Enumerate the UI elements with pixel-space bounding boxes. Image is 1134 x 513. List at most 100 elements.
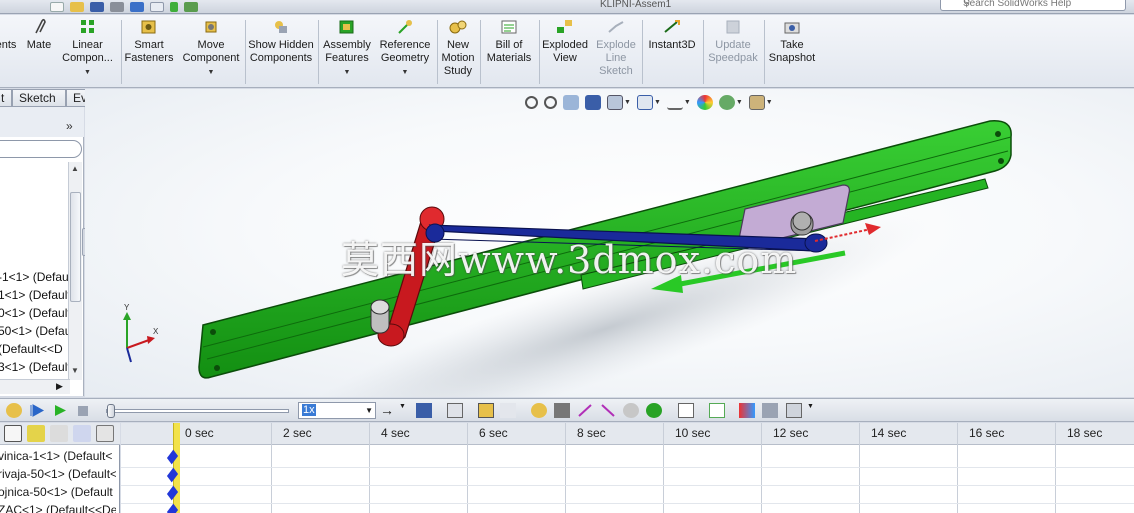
- damper-icon[interactable]: [577, 403, 593, 418]
- take-snapshot-button[interactable]: Take Snapshot: [765, 18, 819, 65]
- contact-icon[interactable]: [623, 403, 639, 418]
- collapse-all-icon[interactable]: [96, 425, 114, 442]
- update-speedpak-button[interactable]: Update Speedpak: [705, 18, 761, 65]
- chevron-down-icon[interactable]: ▼: [60, 66, 115, 79]
- spring-icon[interactable]: [554, 403, 570, 418]
- move-component-button[interactable]: Move Component ▼: [181, 18, 241, 79]
- exploded-view-button[interactable]: Exploded View: [540, 18, 590, 65]
- smart-fasteners-button[interactable]: Smart Fasteners: [123, 18, 175, 65]
- play-from-start-icon[interactable]: [29, 403, 45, 418]
- instant3d-label: Instant3D: [648, 39, 696, 51]
- expand-panel-icon[interactable]: »: [66, 119, 73, 133]
- bom-icon: [501, 20, 517, 34]
- move-component-icon: [205, 21, 217, 33]
- mate-button[interactable]: Mate: [24, 18, 54, 52]
- open-icon[interactable]: [70, 2, 84, 12]
- options-icon[interactable]: [184, 2, 198, 12]
- show-hidden-label: Show Hidden Components: [248, 39, 314, 64]
- motion-tree-row[interactable]: vinica-1<1> (Default<: [0, 449, 116, 463]
- autokey-icon[interactable]: [478, 403, 494, 418]
- scrollbar-thumb[interactable]: [70, 192, 81, 302]
- graphics-viewport[interactable]: ▼ ▼ ▼ ▼ ▼ 莫西网www.3dmox.com Y X: [85, 89, 1134, 397]
- reference-geometry-icon: [398, 20, 412, 34]
- playback-speed-select[interactable]: 1x ▼: [298, 402, 376, 419]
- tab-assembly[interactable]: t: [0, 89, 12, 107]
- chevron-down-icon[interactable]: ▼: [320, 66, 374, 79]
- linear-component-pattern-button[interactable]: Linear Compon... ▼: [60, 18, 115, 79]
- search-icon[interactable]: ⚲: [963, 0, 970, 9]
- scroll-down-icon[interactable]: ▼: [71, 366, 79, 375]
- scroll-right-icon[interactable]: ▶: [56, 381, 63, 392]
- reference-geometry-button[interactable]: Reference Geometry ▼: [377, 18, 433, 79]
- tree-item[interactable]: -1<1> (Defau: [0, 270, 68, 284]
- add-key-icon[interactable]: [500, 403, 516, 418]
- chevron-down-icon[interactable]: ▼: [181, 66, 241, 79]
- bill-of-materials-button[interactable]: Bill of Materials: [482, 18, 536, 65]
- playback-slider[interactable]: [106, 404, 289, 418]
- motor-icon[interactable]: [531, 403, 547, 418]
- pivot-pin-cap: [370, 299, 390, 315]
- collapse-icon[interactable]: [739, 403, 755, 418]
- motion-tree-row[interactable]: ZAC<1> (Default<<De: [0, 503, 116, 513]
- playback-mode-icon[interactable]: →: [380, 403, 396, 418]
- results-plots-icon[interactable]: [678, 403, 694, 418]
- filter-animated-icon[interactable]: [4, 425, 22, 442]
- tab-sketch[interactable]: Sketch: [12, 89, 66, 107]
- mate-label: Mate: [26, 39, 52, 51]
- print-icon[interactable]: [110, 2, 124, 12]
- document-title: KLIPNI-Assem1: [600, 0, 672, 10]
- filter-icon[interactable]: [762, 403, 778, 418]
- timeline-area[interactable]: 0 sec 2 sec 4 sec 6 sec 8 sec 10 sec 12 sec 14 …: [121, 423, 1134, 513]
- tree-item[interactable]: 3<1> (Default: [0, 360, 68, 374]
- animation-wizard-icon[interactable]: [447, 403, 463, 418]
- save-icon[interactable]: [90, 2, 104, 12]
- chevron-down-icon[interactable]: ▼: [377, 66, 433, 79]
- search-input[interactable]: Search SolidWorks Help ⚲: [940, 0, 1126, 11]
- chevron-down-icon[interactable]: ▼: [365, 403, 373, 418]
- tree-item[interactable]: 50<1> (Defau: [0, 324, 68, 338]
- instant3d-icon: [664, 20, 680, 33]
- timeline-gridline: [271, 423, 272, 513]
- new-icon[interactable]: [50, 2, 64, 12]
- timeline-gridline: [369, 423, 370, 513]
- slider-thumb[interactable]: [107, 404, 115, 418]
- show-hidden-components-button[interactable]: Show Hidden Components: [247, 18, 315, 65]
- timeline-tick-label: 8 sec: [577, 426, 606, 440]
- calculate-icon[interactable]: [6, 403, 22, 418]
- select-icon[interactable]: [150, 2, 164, 12]
- explode-line-sketch-button[interactable]: Explode Line Sketch: [593, 18, 639, 78]
- chevron-down-icon[interactable]: ▼: [399, 403, 415, 418]
- undo-icon[interactable]: [130, 2, 144, 12]
- smart-fasteners-icon: [141, 20, 156, 34]
- vertical-scrollbar[interactable]: ▲ ▼: [68, 162, 82, 380]
- motion-tree-row[interactable]: rivaja-50<1> (Default<: [0, 467, 116, 481]
- tree-item[interactable]: 0<1> (Default: [0, 306, 68, 320]
- ribbon-separator: [245, 20, 246, 84]
- assembly-features-button[interactable]: Assembly Features ▼: [320, 18, 374, 79]
- instant3d-button[interactable]: Instant3D: [644, 18, 700, 52]
- ribbon-separator: [642, 20, 643, 84]
- horizontal-scrollbar[interactable]: ▶: [0, 379, 70, 394]
- ribbon-separator: [318, 20, 319, 84]
- force-icon[interactable]: [600, 403, 616, 418]
- reference-geometry-label: Reference Geometry: [379, 39, 431, 64]
- filter-selected-icon[interactable]: [50, 425, 68, 442]
- save-animation-icon[interactable]: [416, 403, 432, 418]
- stop-icon[interactable]: [75, 403, 91, 418]
- ribbon-separator: [703, 20, 704, 84]
- display-options-icon[interactable]: [786, 403, 802, 418]
- insert-components-button[interactable]: ents: [0, 18, 20, 52]
- tree-filter-input[interactable]: [0, 140, 82, 158]
- study-properties-icon[interactable]: [709, 403, 725, 418]
- play-icon[interactable]: [52, 403, 68, 418]
- tree-item[interactable]: 1<1> (Default: [0, 288, 68, 302]
- tree-item[interactable]: (Default<<D: [0, 342, 68, 356]
- rebuild-icon[interactable]: [170, 2, 178, 12]
- chevron-down-icon[interactable]: ▼: [807, 403, 823, 418]
- filter-driving-icon[interactable]: [27, 425, 45, 442]
- scroll-up-icon[interactable]: ▲: [71, 164, 79, 173]
- new-motion-study-button[interactable]: New Motion Study: [439, 18, 477, 78]
- filter-results-icon[interactable]: [73, 425, 91, 442]
- gravity-icon[interactable]: [646, 403, 662, 418]
- motion-tree-row[interactable]: ojnica-50<1> (Default: [0, 485, 116, 499]
